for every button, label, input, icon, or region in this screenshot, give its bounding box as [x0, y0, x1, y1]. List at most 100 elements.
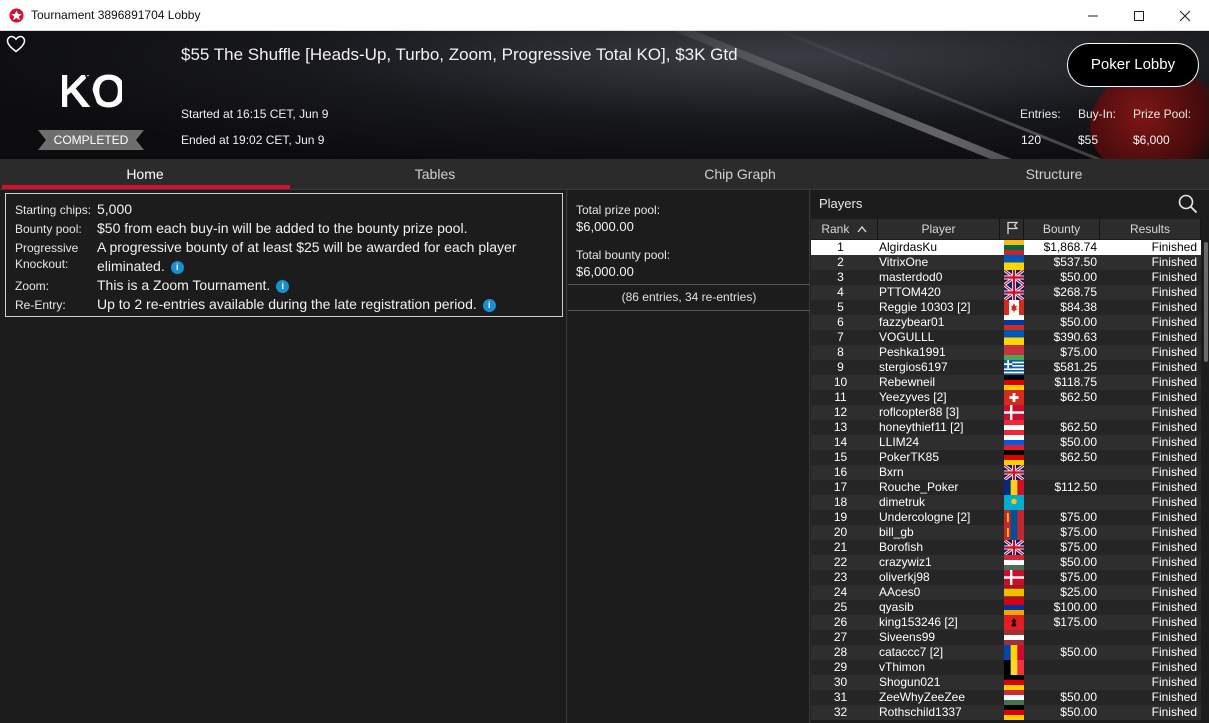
players-scrollbar[interactable]: [1203, 240, 1209, 723]
minimize-button[interactable]: [1070, 0, 1116, 31]
table-row[interactable]: 15 PokerTK85 $62.50 Finished: [811, 450, 1201, 466]
table-row[interactable]: 28 cataccc7 [2] $50.00 Finished: [811, 645, 1201, 660]
rank-cell: 2: [837, 255, 844, 269]
bounty-cell: $268.75: [1053, 285, 1097, 299]
poker-lobby-button[interactable]: Poker Lobby: [1067, 43, 1199, 87]
table-row[interactable]: 14 LLIM24 $50.00 Finished: [811, 435, 1201, 451]
result-cell: Finished: [1151, 675, 1197, 689]
table-row[interactable]: 26 king153246 [2] $175.00 Finished: [811, 615, 1201, 630]
result-cell: Finished: [1151, 660, 1197, 674]
flag-mn-icon: [1004, 510, 1025, 525]
rank-cell: 17: [833, 480, 848, 494]
country-flag: [1004, 405, 1024, 420]
table-row[interactable]: 30 Shogun021 Finished: [811, 675, 1201, 691]
table-row[interactable]: 22 crazywiz1 $50.00 Finished: [811, 555, 1201, 571]
flag-al-icon: [1004, 615, 1024, 630]
table-row[interactable]: 2 VitrixOne $537.50 Finished: [811, 255, 1201, 271]
flag-be-icon: [1004, 660, 1025, 675]
table-row[interactable]: 9 stergios6197 $581.25 Finished: [811, 360, 1201, 376]
scrollbar-thumb[interactable]: [1204, 242, 1208, 362]
player-name-cell: dimetruk: [879, 495, 926, 509]
flag-es-icon: [1004, 585, 1024, 601]
country-flag: [1003, 538, 1025, 557]
close-button[interactable]: [1162, 0, 1208, 31]
player-name-cell: Borofish: [879, 540, 924, 554]
player-name-cell: vThimon: [879, 660, 926, 674]
progressive-knockout-value-cont: eliminated. i: [97, 257, 184, 276]
table-row[interactable]: 29 vThimon Finished: [811, 660, 1201, 675]
result-cell: Finished: [1151, 465, 1197, 479]
flag-at-icon: [1004, 420, 1024, 436]
info-icon[interactable]: i: [170, 261, 184, 274]
column-player[interactable]: Player: [878, 219, 1000, 239]
table-row[interactable]: 31 ZeeWhyZeeZee $50.00 Finished: [811, 690, 1201, 706]
total-bounty-pool-value: $6,000.00: [576, 264, 634, 279]
table-row[interactable]: 20 bill_gb $75.00 Finished: [811, 525, 1201, 540]
rank-cell: 5: [837, 300, 844, 314]
table-row[interactable]: 17 Rouche_Poker $112.50 Finished: [811, 480, 1201, 495]
table-row[interactable]: 1 AlgirdasKu $1,868.74 Finished: [811, 240, 1201, 256]
table-row[interactable]: 4 PTTOM420 $268.75 Finished: [811, 283, 1201, 302]
flag-ru-icon: [1004, 315, 1024, 331]
info-icon[interactable]: i: [276, 280, 290, 293]
player-name-cell: LLIM24: [879, 435, 920, 449]
table-row[interactable]: 6 fazzybear01 $50.00 Finished: [811, 315, 1201, 331]
table-row[interactable]: 12 roflcopter88 [3] Finished: [811, 405, 1201, 420]
result-cell: Finished: [1151, 630, 1197, 644]
column-rank[interactable]: Rank: [811, 219, 878, 239]
table-row[interactable]: 8 Peshka1991 $75.00 Finished: [811, 345, 1201, 361]
maximize-button[interactable]: [1116, 0, 1162, 31]
info-icon[interactable]: i: [482, 299, 496, 312]
table-row[interactable]: 3 masterdod0 $50.00 Finished: [811, 268, 1201, 287]
table-row[interactable]: 10 Rebewneil $118.75 Finished: [811, 375, 1201, 391]
column-country[interactable]: [1000, 219, 1024, 239]
table-row[interactable]: 5 Reggie 10303 [2] $84.38 Finished: [811, 300, 1201, 315]
result-cell: Finished: [1151, 360, 1197, 374]
rank-cell: 31: [833, 690, 848, 704]
table-row[interactable]: 32 Rothschild1337 $50.00 Finished: [811, 705, 1201, 721]
rank-cell: 29: [833, 660, 848, 674]
country-flag: [1004, 315, 1024, 331]
title-bar: Tournament 3896891704 Lobby: [0, 0, 1209, 31]
flag-by-icon: [1004, 345, 1024, 361]
players-list[interactable]: 1 AlgirdasKu $1,868.74 Finished 2 VitrixOne $5…: [811, 240, 1201, 723]
player-name-cell: Undercologne [2]: [879, 510, 971, 524]
player-name-cell: roflcopter88 [3]: [879, 405, 960, 419]
country-flag: [1004, 390, 1024, 405]
table-row[interactable]: 13 honeythief11 [2] $62.50 Finished: [811, 420, 1201, 436]
search-icon[interactable]: [1177, 193, 1199, 215]
bounty-cell: $50.00: [1060, 645, 1097, 659]
result-cell: Finished: [1151, 555, 1197, 569]
table-row[interactable]: 18 dimetruk Finished: [811, 495, 1201, 511]
knockout-label: Knockout:: [15, 257, 69, 271]
flag-de-icon: [1004, 705, 1024, 721]
table-row[interactable]: 19 Undercologne [2] $75.00 Finished: [811, 510, 1201, 525]
column-bounty[interactable]: Bounty: [1024, 219, 1100, 239]
favorite-heart-icon[interactable]: [6, 35, 26, 53]
player-name-cell: Rouche_Poker: [879, 480, 959, 494]
bounty-cell: $390.63: [1053, 330, 1097, 344]
starting-chips-label: Starting chips:: [15, 203, 92, 217]
table-row[interactable]: 16 Bxrn Finished: [811, 463, 1201, 482]
tab-structure[interactable]: Structure: [909, 159, 1199, 190]
total-bounty-pool-label: Total bounty pool:: [576, 248, 671, 262]
table-row[interactable]: 23 oliverkj98 $75.00 Finished: [811, 570, 1201, 585]
result-cell: Finished: [1151, 315, 1197, 329]
result-cell: Finished: [1151, 300, 1197, 314]
tab-chip-graph[interactable]: Chip Graph: [595, 159, 885, 190]
table-row[interactable]: 25 qyasib $100.00 Finished: [811, 600, 1201, 616]
rank-cell: 32: [833, 705, 848, 719]
start-time: Started at 16:15 CET, Jun 9: [181, 107, 329, 121]
column-results[interactable]: Results: [1100, 219, 1201, 239]
flag-gb-icon: [1003, 538, 1025, 557]
table-row[interactable]: 11 Yeezyves [2] $62.50 Finished: [811, 390, 1201, 405]
table-row[interactable]: 7 VOGULLL $390.63 Finished: [811, 330, 1201, 346]
player-name-cell: ZeeWhyZeeZee: [879, 690, 966, 704]
table-row[interactable]: 27 Siveens99 Finished: [811, 630, 1201, 646]
flag-am-icon: [1004, 600, 1024, 616]
tab-tables[interactable]: Tables: [290, 159, 580, 190]
table-row[interactable]: 24 AAces0 $25.00 Finished: [811, 585, 1201, 601]
rank-cell: 13: [833, 420, 848, 434]
table-row[interactable]: 21 Borofish $75.00 Finished: [811, 538, 1201, 557]
result-cell: Finished: [1151, 255, 1197, 269]
